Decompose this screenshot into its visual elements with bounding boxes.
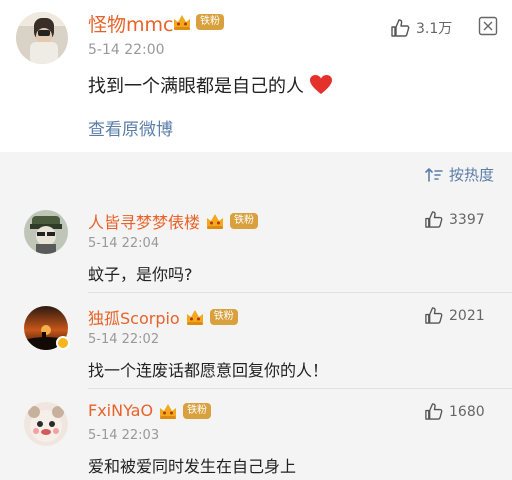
comment-like-count: 3397 (449, 211, 485, 228)
comment-avatar[interactable] (24, 402, 68, 446)
post-avatar[interactable] (16, 12, 68, 64)
post-time: 5-14 22:00 (88, 42, 165, 58)
comment-like-button[interactable]: 3397 (424, 210, 485, 229)
comment-item: FxiNYaO 铁粉 5-14 22:03 爱和被爱同时发生在自己身上 1680 (0, 392, 512, 480)
crown-icon (174, 15, 190, 30)
heart-emoji (310, 75, 332, 94)
comment-item: 人皆寻梦梦俵楼 铁粉 5-14 22:04 蚊子，是你吗? 3397 (0, 200, 512, 296)
more-icon (478, 16, 498, 36)
comment-username[interactable]: 人皆寻梦梦俵楼 (88, 209, 200, 233)
post-like-button[interactable]: 3.1万 (390, 18, 452, 38)
comment-time: 5-14 22:02 (88, 332, 160, 347)
comment-text: 找一个连废话都愿意回复你的人！ (88, 361, 329, 380)
comment-like-count: 2021 (449, 307, 485, 324)
crown-icon (207, 214, 224, 229)
sort-icon (425, 167, 443, 182)
view-original-link[interactable]: 查看原微博 (88, 115, 173, 140)
post-username[interactable]: 怪物mmc (88, 10, 173, 37)
comment-text: 蚊子，是你吗? (88, 265, 193, 284)
sort-label: 按热度 (448, 166, 494, 184)
fan-badge: 铁粉 (209, 309, 238, 325)
post-text: 找到一个满眼都是自己的人 (88, 76, 304, 97)
sort-by-heat-button[interactable]: 按热度 (425, 164, 494, 185)
comment-time: 5-14 22:03 (88, 428, 160, 443)
comment-item: 独孤Scorpio 铁粉 5-14 22:02 找一个连废话都愿意回复你的人！ … (0, 296, 512, 392)
thumbs-up-icon (391, 19, 410, 37)
post-badges: 铁粉 (172, 13, 224, 31)
comment-name-row: FxiNYaO 铁粉 (88, 401, 212, 420)
comment-name-row: 人皆寻梦梦俵楼 铁粉 (88, 209, 259, 233)
comment-like-button[interactable]: 1680 (424, 402, 485, 421)
more-button[interactable] (478, 16, 498, 40)
comment-avatar[interactable] (24, 210, 68, 254)
comment-username[interactable]: 独孤Scorpio (88, 305, 180, 329)
comments-section: 按热度 人皆寻梦梦俵楼 铁粉 5-14 22:04 蚊子，是你吗? 3397 独… (0, 152, 512, 480)
fan-badge: 铁粉 (183, 402, 212, 419)
comment-like-button[interactable]: 2021 (424, 306, 485, 325)
thumbs-up-icon (425, 307, 443, 324)
comment-time: 5-14 22:04 (88, 236, 160, 251)
post-like-count: 3.1万 (416, 21, 453, 37)
crown-icon (186, 310, 203, 325)
original-post: 怪物mmc 铁粉 5-14 22:00 找到一个满眼都是自己的人 查看原微博 3… (0, 0, 512, 152)
thumbs-up-icon (425, 211, 443, 228)
comment-divider (88, 292, 512, 293)
comment-divider (88, 388, 512, 389)
post-content: 找到一个满眼都是自己的人 (88, 72, 332, 98)
thumbs-up-icon (425, 403, 443, 420)
verified-badge-icon (56, 336, 70, 350)
comment-name-row: 独孤Scorpio 铁粉 (88, 305, 238, 329)
comment-like-count: 1680 (449, 403, 485, 420)
fan-badge: 铁粉 (196, 14, 224, 30)
comment-text: 爱和被爱同时发生在自己身上 (88, 457, 297, 476)
fan-badge: 铁粉 (230, 213, 259, 229)
comment-username[interactable]: FxiNYaO (88, 401, 153, 420)
crown-icon (160, 403, 177, 419)
